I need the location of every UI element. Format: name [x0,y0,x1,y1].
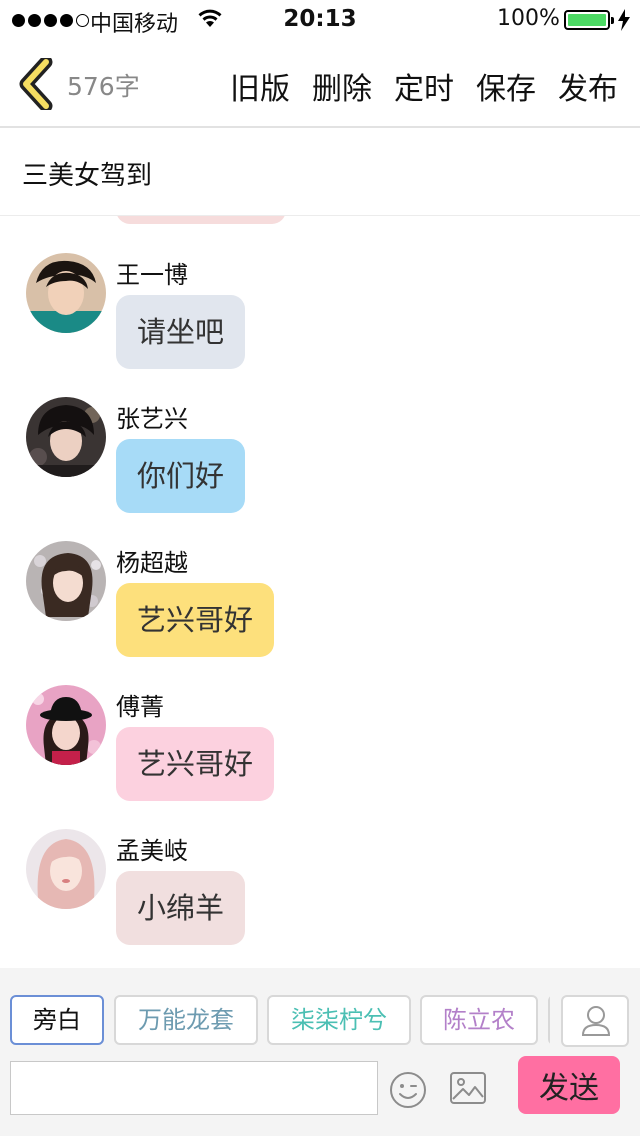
role-tab[interactable]: 陈立农 [420,995,538,1045]
message-bubble[interactable]: 请坐吧 [116,295,246,369]
message-bubble[interactable]: 艺兴哥好 [116,727,275,801]
chat-message: 傅菁 艺兴哥好 [0,685,640,813]
sender-name: 张艺兴 [116,405,188,433]
image-icon [450,1072,486,1104]
chat-message: 孟美岐 小绵羊 [0,829,640,957]
role-manager-button[interactable] [561,995,629,1047]
charging-bolt-icon [618,9,630,31]
avatar[interactable] [26,253,106,333]
composer-panel: 旁白 万能龙套 柒柒柠兮 陈立农 发送 [0,968,640,1136]
chat-message: 张艺兴 你们好 [0,397,640,525]
status-bar: 中国移动 20:13 100% [0,0,640,40]
avatar[interactable] [26,397,106,477]
chevron-left-icon [19,55,53,113]
sender-name: 孟美岐 [116,837,188,865]
message-bubble[interactable]: 艺兴哥好 [116,583,275,657]
battery-icon [564,10,614,30]
nav-bar: 576字 旧版 删除 定时 保存 发布 [0,40,640,128]
old-version-button[interactable]: 旧版 [230,64,290,108]
emoji-button[interactable] [389,1071,427,1109]
avatar[interactable] [26,541,106,621]
role-tab[interactable]: 柒柒柠兮 [267,995,411,1045]
delete-button[interactable]: 删除 [312,64,372,108]
message-bubble[interactable]: 你们好 [116,439,246,513]
role-tab[interactable]: 万能龙套 [114,995,258,1045]
role-tab-narration[interactable]: 旁白 [10,995,104,1045]
role-tabs: 旁白 万能龙套 柒柒柠兮 陈立农 [10,995,550,1045]
chat-message: 杨超越 艺兴哥好 [0,541,640,669]
chat-area[interactable]: 王一博 请坐吧 张艺兴 你们好 杨超越 艺兴哥好 傅菁 艺兴哥好 孟美岐 小绵羊 [0,216,640,968]
role-tab[interactable] [548,995,550,1045]
avatar[interactable] [26,829,106,909]
word-count: 576字 [67,72,140,101]
send-button[interactable]: 发送 [518,1056,620,1114]
chat-message: 王一博 请坐吧 [0,253,640,381]
avatar[interactable] [26,685,106,765]
story-title-row[interactable]: 三美女驾到 [0,128,640,216]
battery-percent: 100% [497,6,560,31]
image-button[interactable] [449,1071,487,1105]
sender-name: 傅菁 [116,693,164,721]
sender-name: 王一博 [116,261,188,289]
publish-button[interactable]: 发布 [558,64,618,108]
message-bubble[interactable]: 小绵羊 [116,871,246,945]
save-button[interactable]: 保存 [476,64,536,108]
emoji-icon [390,1072,426,1108]
schedule-button[interactable]: 定时 [394,64,454,108]
message-input[interactable] [10,1061,378,1115]
story-title[interactable]: 三美女驾到 [22,155,152,192]
user-icon [581,1006,611,1036]
nav-actions: 旧版 删除 定时 保存 发布 [230,64,618,108]
sender-name: 杨超越 [116,549,188,577]
back-button[interactable] [18,55,58,113]
message-bubble[interactable] [116,216,286,224]
